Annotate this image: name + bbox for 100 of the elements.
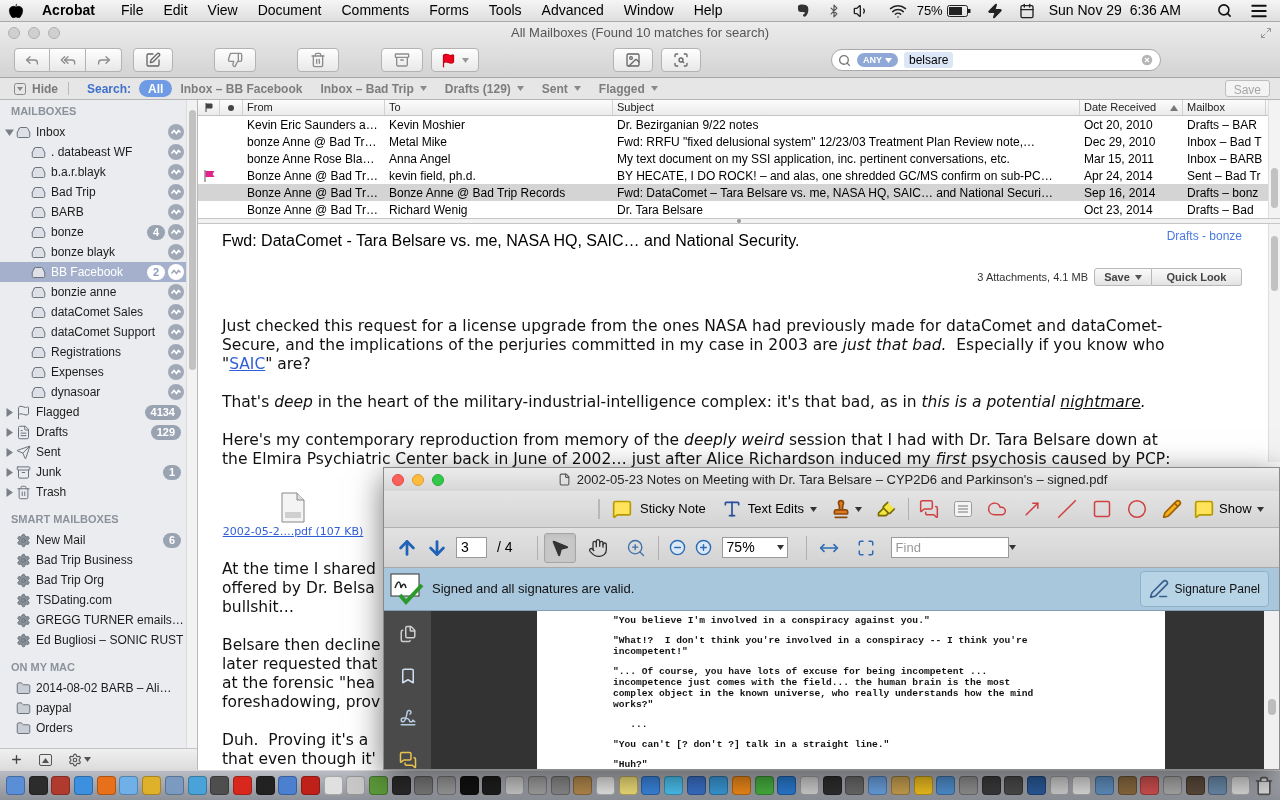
column-header[interactable]: Mailbox <box>1183 100 1266 115</box>
delete-button[interactable] <box>297 48 339 73</box>
sidebar-item[interactable]: Junk 1 <box>0 462 186 482</box>
zoom-out-icon[interactable] <box>668 539 686 556</box>
forward-button[interactable] <box>86 48 122 73</box>
menu-item[interactable]: Tools <box>478 0 532 21</box>
scan-search-button[interactable] <box>661 48 701 73</box>
app-icon[interactable] <box>1004 776 1024 795</box>
sidebar-item[interactable]: Trash <box>0 482 186 502</box>
dot-column-icon[interactable] <box>228 104 234 111</box>
sidebar-item[interactable]: Sent <box>0 442 186 462</box>
sidebar-item[interactable]: dataComet Sales <box>0 302 186 322</box>
activity-icon[interactable] <box>168 284 184 300</box>
comments-icon[interactable] <box>397 751 418 769</box>
sidebar-item[interactable]: GREGG TURNER emails… <box>0 610 186 630</box>
zoom-button[interactable] <box>48 26 60 39</box>
sidebar-item[interactable]: Expenses <box>0 362 186 382</box>
zoom-level-field[interactable]: 75% <box>721 537 788 558</box>
flag-column-icon[interactable] <box>204 103 213 112</box>
app-icon[interactable] <box>822 776 842 795</box>
activity-icon[interactable] <box>168 164 184 180</box>
disclosure-triangle-icon[interactable] <box>5 427 14 437</box>
sidebar-item[interactable]: bonze blayk <box>0 242 186 262</box>
stamp-icon[interactable] <box>831 499 852 519</box>
app-menu[interactable]: Acrobat <box>42 0 95 21</box>
reply-button[interactable] <box>14 48 50 73</box>
sidebar-item[interactable]: Orders <box>0 718 186 738</box>
flag-button[interactable] <box>431 48 479 73</box>
disclosure-triangle-icon[interactable] <box>5 447 14 457</box>
app-icon[interactable] <box>845 776 865 795</box>
app-icon[interactable] <box>391 776 411 795</box>
disclosure-triangle-icon[interactable] <box>5 487 14 497</box>
sidebar-item[interactable]: 2014-08-02 BARB – Ali… <box>0 678 186 698</box>
activity-icon[interactable] <box>168 144 184 160</box>
app-icon[interactable] <box>255 776 275 795</box>
column-header[interactable]: Subject <box>613 100 1080 115</box>
highlighter-icon[interactable] <box>876 499 897 519</box>
activity-icon[interactable] <box>168 384 184 400</box>
scrollbar-thumb[interactable] <box>1271 236 1278 291</box>
oval-icon[interactable] <box>1127 499 1148 519</box>
apple-icon[interactable] <box>8 2 24 19</box>
menu-item[interactable]: Comments <box>331 0 420 21</box>
clock[interactable]: Sun Nov 29 6:36 AM <box>1048 0 1181 21</box>
fit-page-icon[interactable] <box>856 538 875 557</box>
sidebar-item[interactable]: dataComet Support <box>0 322 186 342</box>
gear-icon[interactable] <box>68 752 82 767</box>
battery-icon[interactable] <box>946 4 971 17</box>
save-button[interactable]: Save <box>1094 268 1152 286</box>
close-button[interactable] <box>8 26 20 39</box>
app-icon[interactable] <box>459 776 479 795</box>
menu-item[interactable]: Advanced <box>531 0 614 21</box>
app-icon[interactable] <box>1117 776 1137 795</box>
minimize-button[interactable] <box>28 26 40 39</box>
tool-button[interactable] <box>543 532 576 563</box>
menu-item[interactable]: File <box>110 0 154 21</box>
attachment-link[interactable]: 2002-05-2….pdf (107 KB) <box>222 525 364 538</box>
text-edits-button[interactable]: Text Edits <box>721 499 818 519</box>
trash-icon[interactable] <box>1253 775 1274 796</box>
activity-icon[interactable] <box>168 244 184 260</box>
sidebar-item[interactable]: Bad Trip Org <box>0 570 186 590</box>
sidebar-item[interactable]: Inbox <box>0 122 186 142</box>
app-icon[interactable] <box>51 776 71 795</box>
app-icon[interactable] <box>210 776 230 795</box>
line-icon[interactable] <box>1057 499 1078 519</box>
disclosure-triangle-icon[interactable] <box>5 407 14 417</box>
activity-icon[interactable] <box>168 344 184 360</box>
menu-item[interactable]: Window <box>613 0 684 21</box>
sidebar-item[interactable]: . databeast WF <box>0 142 186 162</box>
sidebar-item[interactable]: bonzie anne <box>0 282 186 302</box>
rectangle-icon[interactable] <box>1092 499 1113 519</box>
menu-item[interactable]: View <box>197 0 248 21</box>
column-header[interactable]: From <box>243 100 385 115</box>
app-icon[interactable] <box>1026 776 1046 795</box>
sidebar-item[interactable]: Registrations <box>0 342 186 362</box>
app-icon[interactable] <box>686 776 706 795</box>
column-header[interactable]: To <box>385 100 613 115</box>
archive-button[interactable] <box>381 48 423 73</box>
sidebar-item[interactable]: b.a.r.blayk <box>0 162 186 182</box>
photo-button[interactable] <box>613 48 653 73</box>
sidebar-item[interactable]: TSDating.com <box>0 590 186 610</box>
app-icon[interactable] <box>981 776 1001 795</box>
sidebar-item[interactable]: bonze 4 <box>0 222 186 242</box>
signature-panel-button[interactable]: Signature Panel <box>1139 571 1269 607</box>
splitter-handle-icon[interactable] <box>737 219 741 223</box>
sidebar-item[interactable]: New Mail 6 <box>0 530 186 550</box>
app-icon[interactable] <box>482 776 502 795</box>
text-link[interactable]: SAIC <box>229 355 266 373</box>
menu-item[interactable]: Edit <box>153 0 198 21</box>
sidebar-item[interactable]: Flagged 4134 <box>0 402 186 422</box>
text-box-icon[interactable] <box>954 501 973 517</box>
scrollbar-thumb[interactable] <box>1267 699 1276 715</box>
calendar-icon[interactable] <box>1018 2 1035 19</box>
compose-button[interactable] <box>133 48 173 73</box>
sidebar-item[interactable]: BARB <box>0 202 186 222</box>
sticky-note-button[interactable]: Sticky Note <box>612 499 706 519</box>
app-icon[interactable] <box>28 776 48 795</box>
find-field[interactable]: Find <box>890 537 1009 558</box>
fullscreen-icon[interactable] <box>1260 26 1272 39</box>
quick-look-button[interactable]: Quick Look <box>1152 268 1242 286</box>
activity-icon[interactable] <box>168 184 184 200</box>
